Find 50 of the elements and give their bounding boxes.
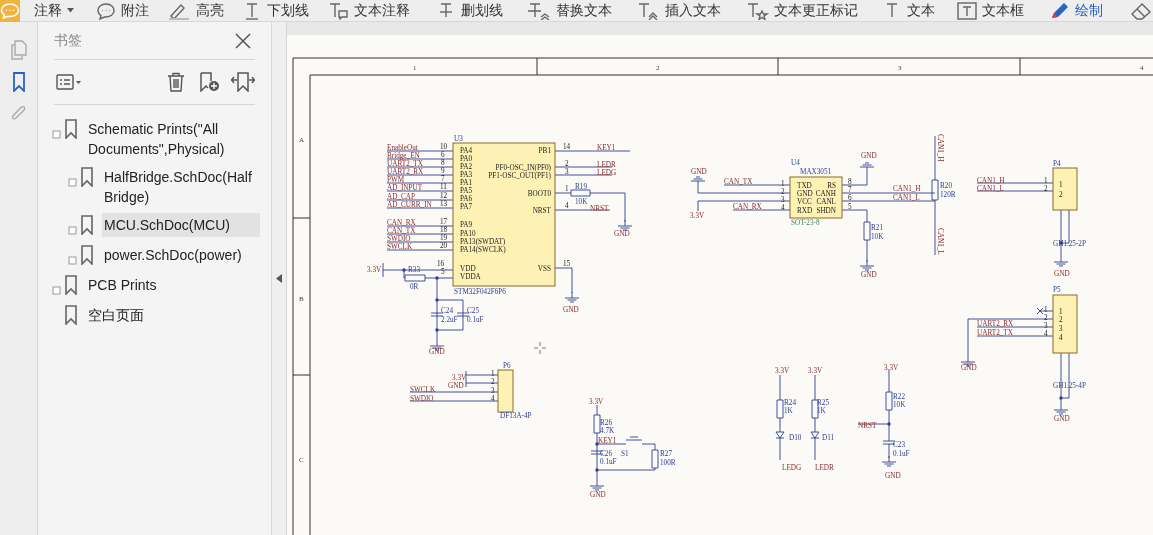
trash-icon[interactable]	[167, 72, 185, 92]
insert-text-icon	[636, 1, 660, 20]
toolbar-button[interactable]: 附注	[96, 1, 149, 20]
options-icon[interactable]	[56, 74, 82, 90]
toolbar-button[interactable]: 文本注释	[327, 1, 410, 20]
toolbar-button[interactable]: 插入文本	[636, 1, 721, 20]
bookmark-item[interactable]: PCB Prints	[86, 273, 258, 297]
bookmark-icon	[64, 119, 78, 140]
crosshair-icon	[533, 341, 547, 355]
toolbar-button[interactable]: 删划线	[438, 1, 503, 20]
toolbar-button[interactable]: 文本框	[957, 1, 1024, 20]
toolbar-button[interactable]: 文本更正标记	[745, 1, 858, 20]
toolbar-button[interactable]: 绘制	[1048, 1, 1103, 20]
panel-title: 书签	[54, 31, 82, 50]
text-note-icon	[327, 1, 349, 20]
replace-text-icon	[527, 1, 551, 20]
toolbar-button[interactable]: 文本	[884, 1, 935, 20]
pen-icon	[167, 1, 191, 20]
caret-icon	[67, 8, 74, 13]
speech-bubble-icon	[0, 2, 20, 19]
bookmark-item[interactable]: HalfBridge.SchDoc(HalfBridge)	[102, 165, 260, 209]
close-icon[interactable]	[235, 32, 251, 49]
bookmark-add-icon[interactable]	[199, 72, 221, 92]
expander-icon[interactable]	[68, 177, 77, 187]
speech-bubble-icon	[96, 1, 116, 20]
annotate-menu[interactable]: 注释	[34, 3, 74, 18]
toolbar-button[interactable]: 替换文本	[527, 1, 612, 20]
expander-icon[interactable]	[68, 255, 77, 265]
toolbar-button[interactable]: 高亮	[167, 1, 224, 20]
text-box-icon	[957, 1, 977, 20]
bookmark-icon	[11, 72, 26, 92]
expander-icon[interactable]	[52, 285, 61, 295]
bookmark-item[interactable]: power.SchDoc(power)	[102, 243, 260, 267]
pages-icon	[9, 40, 28, 60]
bookmark-item[interactable]: MCU.SchDoc(MCU)	[102, 213, 260, 237]
bookmark-icon	[80, 215, 94, 236]
eraser-icon	[1129, 1, 1153, 20]
bookmark-expand-icon[interactable]	[231, 72, 255, 92]
bookmark-icon	[80, 167, 94, 188]
expander-icon[interactable]	[68, 225, 77, 235]
toolbar-button[interactable]: 下划线	[244, 1, 309, 20]
expander-icon[interactable]	[52, 129, 61, 139]
bookmark-item[interactable]: Schematic Prints("All Documents",Physical)	[86, 117, 258, 161]
text-star-icon	[745, 1, 769, 20]
collapse-handle-icon[interactable]	[276, 274, 282, 283]
bookmark-icon	[64, 275, 78, 296]
bookmark-item[interactable]: 空白页面	[86, 303, 258, 327]
bookmark-icon	[64, 305, 78, 326]
bookmark-icon	[80, 245, 94, 266]
toolbar-button[interactable]	[1129, 1, 1153, 20]
